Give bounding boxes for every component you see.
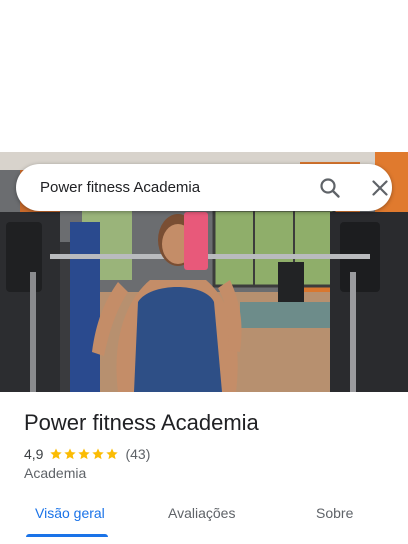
place-tabs: Visão geral Avaliações Sobre (0, 496, 408, 544)
star-icon (78, 448, 91, 460)
rating-value: 4,9 (24, 446, 44, 462)
star-icon (64, 448, 77, 460)
search-icon[interactable] (318, 176, 342, 200)
search-input[interactable]: Power fitness Academia (40, 164, 200, 211)
tab-overview[interactable]: Visão geral (35, 496, 105, 536)
search-bar: Power fitness Academia (16, 164, 392, 211)
star-icon (106, 448, 119, 460)
star-rating (49, 447, 119, 461)
tab-reviews[interactable]: Avaliações (168, 496, 235, 536)
place-category[interactable]: Academia (24, 465, 86, 481)
review-count[interactable]: (43) (125, 446, 150, 462)
close-icon[interactable] (368, 176, 392, 200)
star-icon (92, 448, 105, 460)
rating-row[interactable]: 4,9 (43) (24, 445, 150, 463)
active-tab-indicator (26, 534, 108, 537)
place-title: Power fitness Academia (24, 410, 259, 435)
star-icon (50, 448, 63, 460)
tab-about[interactable]: Sobre (316, 496, 353, 536)
